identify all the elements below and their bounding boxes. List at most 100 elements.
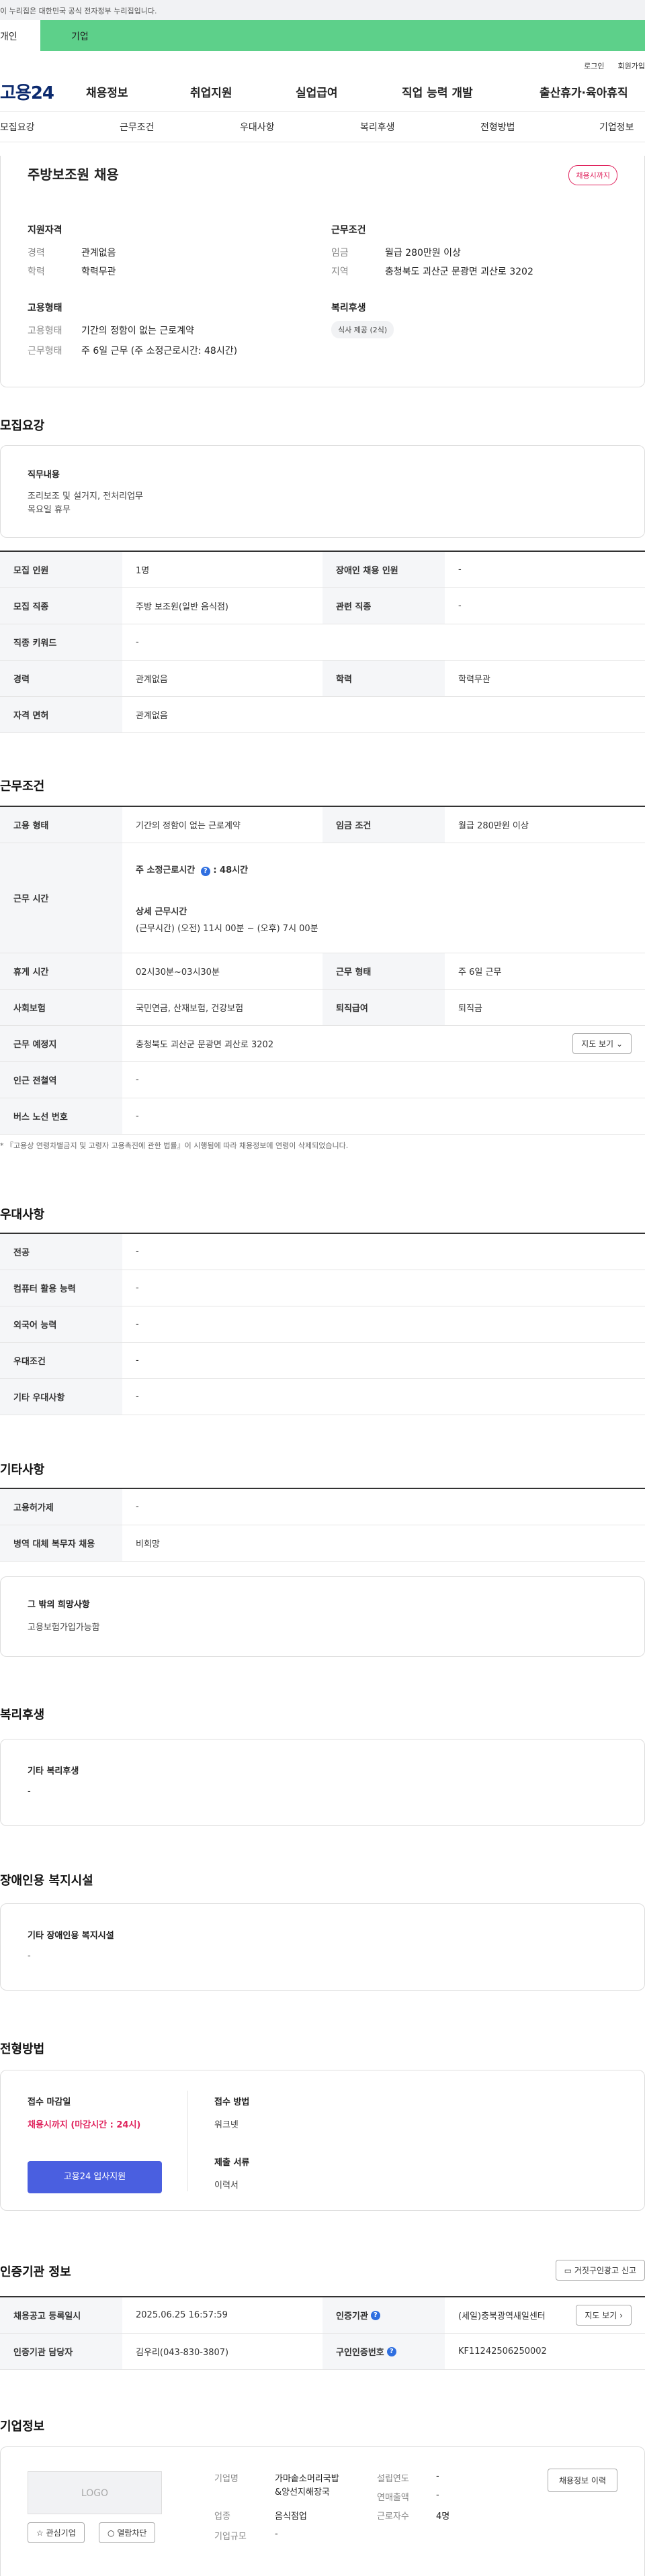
- company-value-employees: 4명: [436, 2512, 450, 2522]
- apply-button[interactable]: 고용24 입사지원: [28, 2161, 162, 2193]
- hours-main-value: : 48시간: [213, 865, 249, 875]
- gnb-item-employment-support[interactable]: 취업지원: [190, 83, 232, 100]
- report-false-ad-button[interactable]: ▭ 거짓구인광고 신고: [555, 2260, 645, 2281]
- tab-personal[interactable]: 개인: [0, 20, 40, 51]
- work-heading: 근무조건: [331, 225, 366, 236]
- age-law-note: * 『고용상 연령차별금지 및 고령자 고용촉진에 관한 법률』이 시행됨에 따…: [0, 1141, 349, 1150]
- table-row: 외국어 능력 -: [0, 1306, 645, 1343]
- disabled-card-value: -: [28, 1951, 31, 1961]
- selection-divider: [187, 2091, 188, 2191]
- recruit-value-edu: 학력무관: [458, 675, 490, 685]
- cond-value-hours: 주 소정근로시간 ? : 48시간 상세 근무시간 (근무시간) (오전) 11…: [122, 843, 318, 953]
- work-label-wage: 임금: [331, 248, 349, 258]
- qual-heading: 지원자격: [28, 225, 62, 236]
- login-link[interactable]: 로그인: [584, 60, 604, 71]
- work-value-region: 충청북도 괴산군 문광면 괴산로 3202: [385, 267, 533, 277]
- prefer-value-etc: -: [136, 1392, 139, 1402]
- company-label-employees: 근로자수: [377, 2512, 409, 2522]
- utility-links: 로그인 회원가입: [0, 51, 645, 71]
- job-summary-card: 주방보조원 채용 채용시까지 지원자격 경력 관계없음 학력 학력무관 근무조건…: [0, 156, 645, 387]
- etc-section-title: 기타사항: [0, 1463, 45, 1477]
- conditions-table: 고용 형태 기간의 정함이 없는 근로계약 임금 조건 월급 280만원 이상 …: [0, 806, 645, 1135]
- prefer-value-language: -: [136, 1319, 139, 1329]
- info-icon[interactable]: ?: [370, 2310, 380, 2320]
- hours-detail: (근무시간) (오전) 11시 00분 ~ (오후) 7시 00분: [136, 923, 318, 934]
- map-view-label: 지도 보기: [581, 1039, 614, 1049]
- deadline-label: 접수 마감일: [28, 2097, 71, 2107]
- gnb-item-unemployment[interactable]: 실업급여: [296, 83, 338, 100]
- prefer-label-language: 외국어 능력: [0, 1306, 122, 1342]
- circle-icon: ○: [108, 2528, 115, 2538]
- document-icon: ▭: [564, 2266, 572, 2275]
- interest-company-button[interactable]: ☆ 관심기업: [28, 2522, 85, 2543]
- agency-map-button[interactable]: 지도 보기 ›: [576, 2305, 632, 2326]
- recruit-label-headcount: 모집 인원: [0, 552, 122, 587]
- disabled-card-heading: 기타 장애인용 복지시설: [28, 1931, 114, 1941]
- agency-value-org: (세일)충북광역새일센터: [458, 2311, 546, 2322]
- gnb-item-jobs[interactable]: 채용정보: [86, 83, 128, 100]
- cond-value-break: 02시30분~03시30분: [136, 967, 220, 977]
- table-row: 고용 형태 기간의 정함이 없는 근로계약 임금 조건 월급 280만원 이상: [0, 807, 645, 843]
- agency-label-reg: 채용공고 등록일시: [0, 2297, 122, 2333]
- disabled-card: 기타 장애인용 복지시설 -: [0, 1903, 645, 1991]
- signup-link[interactable]: 회원가입: [618, 60, 645, 71]
- subnav-selection[interactable]: 전형방법: [480, 120, 515, 134]
- block-view-label: 열람차단: [117, 2528, 147, 2538]
- welfare-card: 기타 복리후생 -: [0, 1739, 645, 1826]
- cond-label-type: 고용 형태: [0, 807, 122, 843]
- table-row: 근무 예정지 충청북도 괴산군 문광면 괴산로 3202 지도 보기 ⌄: [0, 1026, 645, 1062]
- recruit-value-occupation: 주방 보조원(일반 음식점): [136, 602, 229, 612]
- emp-value-type: 기간의 정함이 없는 근로계약: [81, 326, 194, 336]
- subnav-company[interactable]: 기업정보: [599, 120, 634, 134]
- duty-heading: 직무내용: [28, 470, 60, 480]
- subnav-conditions[interactable]: 근무조건: [120, 120, 155, 134]
- hope-heading: 그 밖의 희망사항: [28, 1600, 90, 1610]
- hours-main-label: 주 소정근로시간: [136, 865, 196, 875]
- agency-label-id: 구인인증번호 ?: [322, 2334, 445, 2369]
- star-icon: ☆: [36, 2528, 44, 2538]
- subnav-welfare[interactable]: 복리후생: [360, 120, 395, 134]
- recruit-label-career: 경력: [0, 661, 122, 696]
- welfare-section-title: 복리후생: [0, 1708, 45, 1722]
- hiring-history-button[interactable]: 채용정보 이력: [547, 2469, 617, 2492]
- qual-label-career: 경력: [28, 248, 45, 258]
- table-row: 경력 관계없음 학력 학력무관: [0, 661, 645, 697]
- company-label-size: 기업규모: [214, 2532, 247, 2542]
- gov-banner-text: 이 누리집은 대한민국 공식 전자정부 누리집입니다.: [0, 7, 157, 15]
- docs-label: 제출 서류: [214, 2158, 250, 2168]
- subnav-recruit[interactable]: 모집요강: [0, 120, 35, 134]
- prefer-table: 전공 - 컴퓨터 활용 능력 - 외국어 능력 - 우대조건 - 기타 우대사항 -: [0, 1233, 645, 1415]
- etc-label-military: 병역 대체 복무자 채용: [0, 1525, 122, 1561]
- site-logo[interactable]: 고용24: [0, 79, 74, 104]
- gnb-item-training[interactable]: 직업 능력 개발: [402, 83, 473, 100]
- agency-label-id-text: 구인인증번호: [336, 2348, 384, 2358]
- method-value: 워크넷: [214, 2120, 239, 2130]
- welfare-card-heading: 기타 복리후생: [28, 1766, 79, 1776]
- etc-value-permit: -: [136, 1502, 139, 1512]
- table-row: 버스 노선 번호 -: [0, 1098, 645, 1135]
- subnav-prefer[interactable]: 우대사항: [240, 120, 275, 134]
- cond-label-place: 근무 예정지: [0, 1026, 122, 1061]
- hours-main: 주 소정근로시간 ? : 48시간: [136, 863, 248, 876]
- info-icon[interactable]: ?: [200, 866, 210, 876]
- prefer-value-computer: -: [136, 1283, 139, 1293]
- company-value-founded: -: [436, 2471, 439, 2481]
- tab-corporate[interactable]: 기업: [40, 20, 645, 51]
- gnb-item-parental-leave[interactable]: 출산휴가·육아휴직: [540, 83, 628, 100]
- global-nav: 고용24 채용정보 취업지원 실업급여 직업 능력 개발 출산휴가·육아휴직: [0, 71, 645, 111]
- block-view-button[interactable]: ○ 열람차단: [99, 2522, 156, 2543]
- recruit-label-occupation: 모집 직종: [0, 588, 122, 624]
- report-false-ad-label: 거짓구인광고 신고: [574, 2266, 636, 2275]
- company-label-revenue: 연매출액: [377, 2493, 409, 2503]
- table-row: 우대조건 -: [0, 1343, 645, 1379]
- section-subnav: 모집요강 근무조건 우대사항 복리후생 전형방법 기업정보: [0, 111, 645, 142]
- chevron-right-icon: ›: [619, 2311, 623, 2320]
- table-row: 직종 키워드 -: [0, 624, 645, 661]
- map-view-button[interactable]: 지도 보기 ⌄: [572, 1033, 632, 1054]
- qual-label-edu: 학력: [28, 267, 45, 277]
- hope-card: 그 밖의 희망사항 고용보험가입가능함: [0, 1576, 645, 1657]
- work-label-region: 지역: [331, 267, 349, 277]
- welfare-heading: 복리후생: [331, 303, 366, 314]
- company-section-title: 기업정보: [0, 2420, 45, 2434]
- info-icon[interactable]: ?: [386, 2346, 396, 2356]
